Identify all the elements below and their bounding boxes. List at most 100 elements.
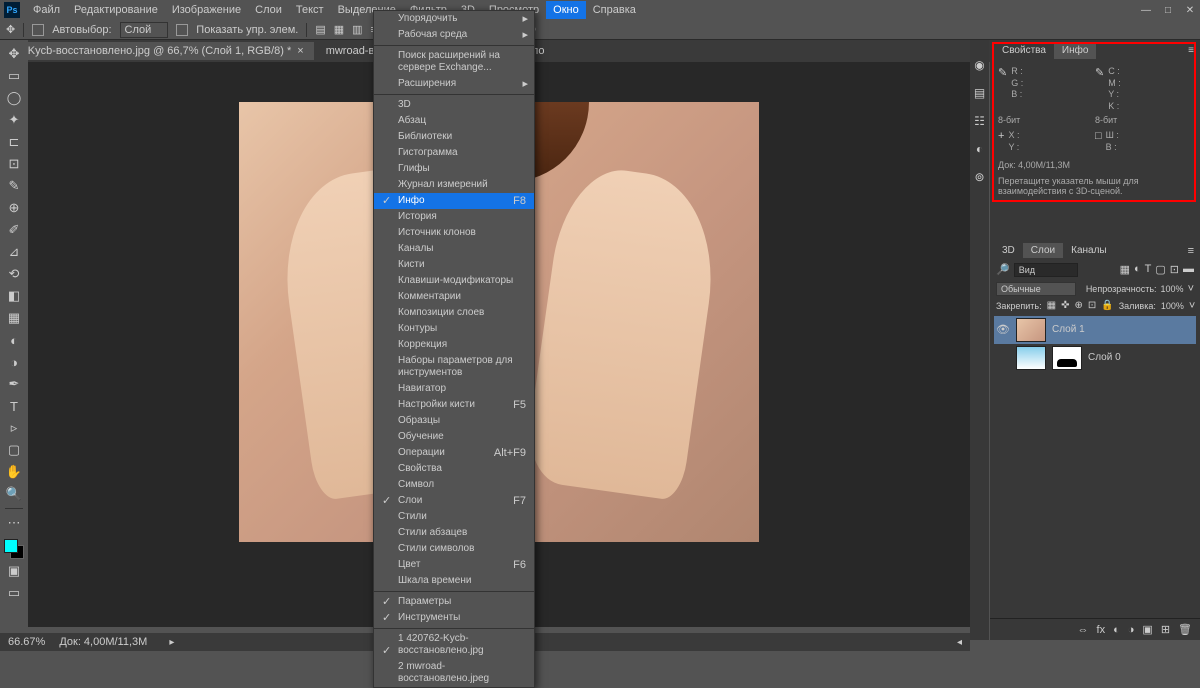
quick-mask[interactable]: ▣ bbox=[3, 561, 25, 581]
menu-item[interactable]: 2 mwroad-восстановлено.jpeg bbox=[374, 659, 534, 687]
eyedropper-tool[interactable]: ✎ bbox=[3, 176, 25, 196]
tab-info[interactable]: Инфо bbox=[1054, 42, 1097, 59]
menu-file[interactable]: Файл bbox=[26, 1, 67, 19]
lock-position-icon[interactable]: ✜ bbox=[1061, 300, 1069, 311]
heal-tool[interactable]: ⊕ bbox=[3, 198, 25, 218]
chevron-down-icon[interactable]: ˅ bbox=[1189, 300, 1195, 312]
menu-item[interactable]: Стили символов bbox=[374, 541, 534, 557]
menu-item[interactable]: Стили bbox=[374, 509, 534, 525]
menu-edit[interactable]: Редактирование bbox=[67, 1, 165, 19]
opacity-value[interactable]: 100% bbox=[1161, 284, 1184, 294]
tab-3d[interactable]: 3D bbox=[994, 243, 1023, 258]
filter-adj-icon[interactable]: ◐ bbox=[1134, 263, 1141, 276]
menu-layers[interactable]: Слои bbox=[248, 1, 289, 19]
filter-icon[interactable]: 🔎 bbox=[996, 263, 1010, 276]
menu-item[interactable]: Композиции слоев bbox=[374, 305, 534, 321]
mask-icon[interactable]: ◐ bbox=[1113, 624, 1120, 636]
tab-properties[interactable]: Свойства bbox=[994, 42, 1054, 59]
menu-item[interactable]: Журнал измерений bbox=[374, 177, 534, 193]
layer-mask-thumb[interactable] bbox=[1052, 346, 1082, 370]
cc-panel-icon[interactable]: ⊚ bbox=[974, 170, 984, 184]
group-icon[interactable]: ▣ bbox=[1142, 623, 1152, 636]
menu-item[interactable]: Абзац bbox=[374, 113, 534, 129]
blend-mode-dropdown[interactable]: Обычные bbox=[996, 282, 1076, 296]
close-icon[interactable]: ✕ bbox=[1184, 4, 1196, 16]
layer-filter-dropdown[interactable]: Вид bbox=[1014, 263, 1078, 277]
menu-item[interactable]: Шкала времени bbox=[374, 573, 534, 589]
menu-item[interactable]: Контуры bbox=[374, 321, 534, 337]
menu-item[interactable]: 3D bbox=[374, 97, 534, 113]
menu-help[interactable]: Справка bbox=[586, 1, 643, 19]
menu-item[interactable]: Каналы bbox=[374, 241, 534, 257]
menu-image[interactable]: Изображение bbox=[165, 1, 248, 19]
text-tool[interactable]: T bbox=[3, 396, 25, 416]
menu-item[interactable]: Инфо✓F8 bbox=[374, 193, 534, 209]
autoselect-dropdown[interactable]: Слой bbox=[120, 22, 169, 38]
menu-item[interactable]: Коррекция bbox=[374, 337, 534, 353]
align-icon[interactable]: ▤ bbox=[315, 23, 325, 36]
show-controls-checkbox[interactable] bbox=[176, 24, 188, 36]
libraries-panel-icon[interactable]: ☷ bbox=[974, 114, 985, 128]
layer-row[interactable]: 👁 Слой 1 bbox=[994, 316, 1196, 344]
blur-tool[interactable]: ◐ bbox=[3, 330, 25, 350]
menu-item[interactable]: Обучение bbox=[374, 429, 534, 445]
menu-item[interactable]: Клавиши-модификаторы bbox=[374, 273, 534, 289]
menu-item[interactable]: ЦветF6 bbox=[374, 557, 534, 573]
menu-window[interactable]: Окно bbox=[546, 1, 586, 19]
minimize-icon[interactable]: — bbox=[1140, 4, 1152, 16]
align-icon[interactable]: ▦ bbox=[334, 23, 344, 36]
menu-item[interactable]: Упорядочить▸ bbox=[374, 11, 534, 27]
align-icon[interactable]: ▥ bbox=[352, 23, 362, 36]
layer-thumb[interactable] bbox=[1016, 318, 1046, 342]
menu-item[interactable]: Свойства bbox=[374, 461, 534, 477]
menu-item[interactable]: Библиотеки bbox=[374, 129, 534, 145]
tab-layers[interactable]: Слои bbox=[1023, 243, 1063, 258]
menu-item[interactable]: Кисти bbox=[374, 257, 534, 273]
menu-item[interactable]: Стили абзацев bbox=[374, 525, 534, 541]
link-icon[interactable]: ⇔ bbox=[1078, 624, 1089, 636]
zoom-level[interactable]: 66.67% bbox=[8, 636, 45, 648]
menu-text[interactable]: Текст bbox=[289, 1, 331, 19]
menu-item[interactable]: Инструменты✓ bbox=[374, 610, 534, 626]
tab-active[interactable]: 2-Kycb-восстановлено.jpg @ 66,7% (Слой 1… bbox=[8, 42, 314, 60]
color-panel-icon[interactable]: ◉ bbox=[974, 58, 984, 72]
tab-channels[interactable]: Каналы bbox=[1063, 243, 1115, 258]
eraser-tool[interactable]: ◧ bbox=[3, 286, 25, 306]
screen-mode[interactable]: ▭ bbox=[3, 583, 25, 603]
menu-item[interactable]: Поиск расширений на сервере Exchange... bbox=[374, 48, 534, 76]
panel-menu-icon[interactable]: ≡ bbox=[1188, 45, 1194, 56]
wand-tool[interactable]: ✦ bbox=[3, 110, 25, 130]
lock-artboard-icon[interactable]: ⊕ bbox=[1074, 300, 1082, 311]
path-tool[interactable]: ▹ bbox=[3, 418, 25, 438]
frame-tool[interactable]: ⊡ bbox=[3, 154, 25, 174]
menu-item[interactable]: Расширения▸ bbox=[374, 76, 534, 92]
lock-all-icon[interactable]: 🔒 bbox=[1101, 300, 1113, 311]
filter-shape-icon[interactable]: ▢ bbox=[1155, 263, 1165, 276]
visibility-icon[interactable]: 👁 bbox=[996, 323, 1010, 336]
maximize-icon[interactable]: □ bbox=[1162, 4, 1174, 16]
menu-item[interactable]: Навигатор bbox=[374, 381, 534, 397]
history-brush-tool[interactable]: ⟲ bbox=[3, 264, 25, 284]
menu-item[interactable]: Символ bbox=[374, 477, 534, 493]
menu-item[interactable]: История bbox=[374, 209, 534, 225]
menu-item[interactable]: Источник клонов bbox=[374, 225, 534, 241]
pen-tool[interactable]: ✒ bbox=[3, 374, 25, 394]
fx-icon[interactable]: fx bbox=[1097, 624, 1106, 636]
menu-item[interactable]: Слои✓F7 bbox=[374, 493, 534, 509]
tab-close-icon[interactable]: × bbox=[297, 45, 303, 57]
stamp-tool[interactable]: ⊿ bbox=[3, 242, 25, 262]
panel-menu-icon[interactable]: ≡ bbox=[1188, 245, 1194, 257]
filter-pixel-icon[interactable]: ▦ bbox=[1120, 263, 1130, 276]
adjustment-icon[interactable]: ◑ bbox=[1128, 624, 1135, 636]
doc-info[interactable]: Док: 4,00M/11,3M bbox=[59, 636, 147, 648]
gradient-tool[interactable]: ▦ bbox=[3, 308, 25, 328]
marquee-tool[interactable]: ▭ bbox=[3, 66, 25, 86]
filter-smart-icon[interactable]: ⊡ bbox=[1170, 263, 1179, 276]
menu-item[interactable]: Комментарии bbox=[374, 289, 534, 305]
menu-item[interactable]: Наборы параметров для инструментов bbox=[374, 353, 534, 381]
layer-thumb[interactable] bbox=[1016, 346, 1046, 370]
autoselect-checkbox[interactable] bbox=[32, 24, 44, 36]
menu-item[interactable]: Образцы bbox=[374, 413, 534, 429]
menu-item[interactable]: Глифы bbox=[374, 161, 534, 177]
swatches-panel-icon[interactable]: ▤ bbox=[974, 86, 985, 100]
